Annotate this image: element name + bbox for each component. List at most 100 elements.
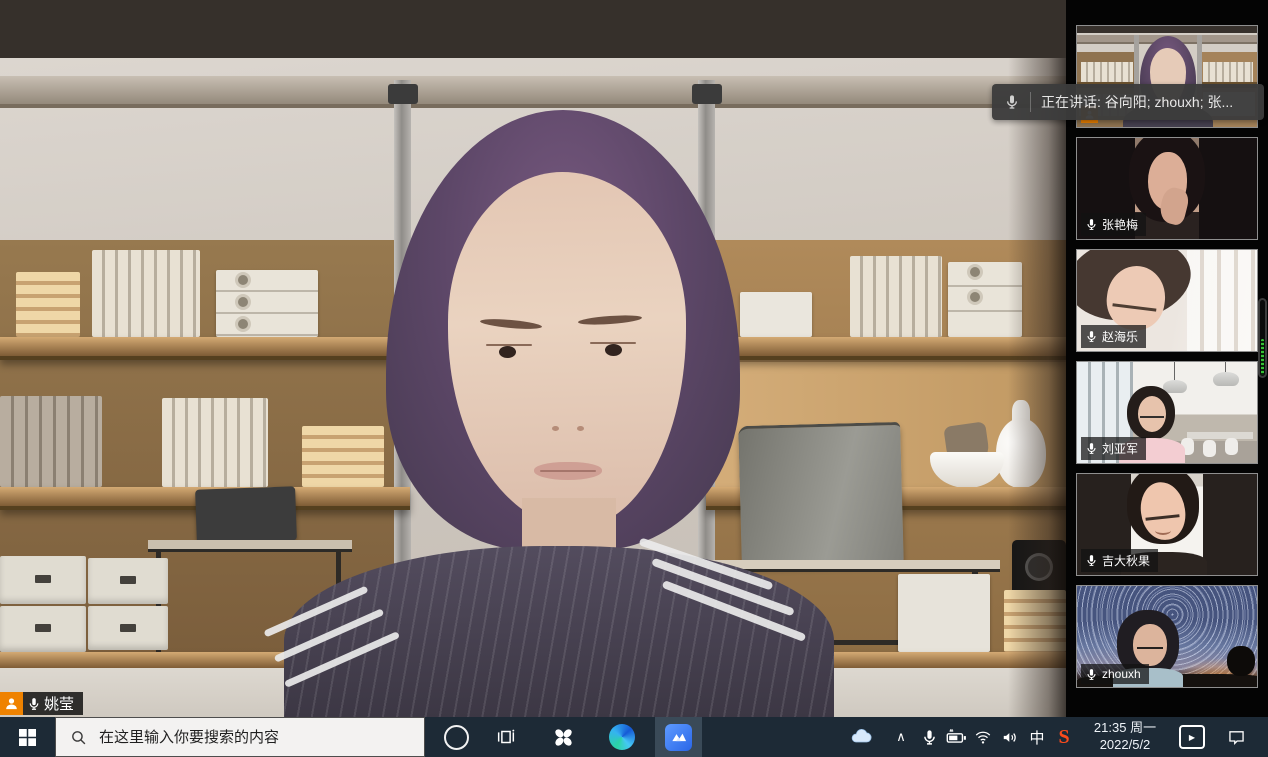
edge-browser-button[interactable] <box>600 717 644 757</box>
participant-tile[interactable]: 吉大秋果 <box>1076 473 1258 576</box>
participant-name: 刘亚军 <box>1102 440 1138 457</box>
tile-scene <box>1225 438 1238 455</box>
lips <box>534 462 602 480</box>
media-overlay-button[interactable]: ▶ <box>1174 717 1210 757</box>
mic-icon <box>1085 668 1098 681</box>
post-clamp <box>388 84 418 104</box>
host-avatar-badge <box>0 692 23 715</box>
battery-tray-button[interactable] <box>942 717 970 757</box>
pinwheel-icon <box>551 725 576 750</box>
books-row <box>850 256 942 337</box>
clock-date: 2022/5/2 <box>1100 737 1151 754</box>
onedrive-tray-button[interactable] <box>846 717 876 757</box>
meeting-app-button-active[interactable] <box>655 717 702 757</box>
mic-tray-button[interactable] <box>916 717 942 757</box>
taskbar-clock[interactable]: 21:35 周一 2022/5/2 <box>1084 717 1166 757</box>
tile-scene <box>1187 250 1258 352</box>
edge-icon <box>609 724 635 750</box>
books-row <box>162 398 268 487</box>
play-glyph: ▶ <box>1189 733 1195 742</box>
tile-scene <box>1081 62 1133 82</box>
cloud-icon <box>849 725 873 749</box>
book-stack <box>302 426 384 487</box>
task-view-button[interactable] <box>486 717 526 757</box>
ime-label: 中 <box>1029 727 1044 748</box>
post-clamp <box>692 84 722 104</box>
search-input[interactable] <box>97 728 401 747</box>
speaker-name: 姚莹 <box>44 693 74 714</box>
wifi-icon <box>974 728 992 746</box>
cortana-button[interactable] <box>436 717 476 757</box>
speaker-icon <box>1001 728 1020 747</box>
pinwheel-app-button[interactable] <box>541 717 585 757</box>
clock-time: 21:35 周一 <box>1094 720 1156 737</box>
binder-boxes <box>216 270 318 337</box>
volume-tray-button[interactable] <box>996 717 1024 757</box>
participant-name-label: 张艳梅 <box>1081 213 1146 236</box>
participant-name: 吉大秋果 <box>1102 552 1150 569</box>
battery-charging-icon <box>945 726 967 748</box>
scrollbar-thumb[interactable] <box>1261 339 1264 375</box>
meeting-app-icon <box>665 724 692 751</box>
storage-box <box>88 606 168 650</box>
storage-box <box>898 574 990 652</box>
cortana-icon <box>444 725 469 750</box>
mic-icon <box>1004 94 1020 110</box>
participant-name-label: 刘亚军 <box>1081 437 1146 460</box>
sogou-ime-button[interactable]: S <box>1050 717 1078 757</box>
start-button[interactable] <box>0 717 55 757</box>
windows-taskbar: ∧ 中 S 21:35 周一 2022/5/2 ▶ <box>0 717 1268 757</box>
books-row <box>0 396 102 487</box>
laptop <box>738 422 904 567</box>
book-stack <box>16 272 80 337</box>
wifi-tray-button[interactable] <box>970 717 996 757</box>
participant-tile[interactable]: 张艳梅 <box>1076 137 1258 240</box>
meeting-app-window: 姚莹 <box>0 0 1268 757</box>
action-center-button[interactable] <box>1216 717 1256 757</box>
speaker-torso <box>284 546 834 718</box>
windows-logo-icon <box>19 729 36 746</box>
storage-box <box>0 606 86 652</box>
tile-scene <box>1155 526 1171 535</box>
mic-icon <box>921 729 938 746</box>
eye <box>590 342 636 358</box>
tile-scene <box>1203 440 1216 457</box>
speaker-name-label: 姚莹 <box>23 692 83 715</box>
participant-tile[interactable]: 刘亚军 <box>1076 361 1258 464</box>
storage-box <box>88 558 168 604</box>
storage-box <box>740 292 812 337</box>
tablet <box>195 486 297 543</box>
sidebar-scrollbar[interactable] <box>1258 298 1267 378</box>
tile-scene <box>1227 646 1255 676</box>
shadow-overlay <box>1008 58 1066 717</box>
tile-scene <box>1174 362 1175 381</box>
mic-icon <box>27 697 41 711</box>
tile-scene <box>1077 26 1258 33</box>
ime-indicator[interactable]: 中 <box>1024 717 1050 757</box>
toast-divider <box>1030 92 1031 112</box>
sogou-icon: S <box>1058 726 1069 749</box>
participant-name: zhouxh <box>1102 667 1141 681</box>
tile-scene <box>1140 409 1164 418</box>
speaking-toast-text: 正在讲话: 谷向阳; zhouxh; 张... <box>1041 92 1233 112</box>
main-video-tile[interactable]: 姚莹 <box>0 0 1066 718</box>
speaking-toast: 正在讲话: 谷向阳; zhouxh; 张... <box>992 84 1264 120</box>
task-view-icon <box>495 726 517 748</box>
chevron-up-icon: ∧ <box>896 729 906 745</box>
participant-name-label: 吉大秋果 <box>1081 549 1158 572</box>
mic-icon <box>1085 554 1098 567</box>
wall-rail <box>0 76 1066 108</box>
participant-name-label: 赵海乐 <box>1081 325 1146 348</box>
mic-icon <box>1085 218 1098 231</box>
shelf-board <box>0 337 410 360</box>
mic-icon <box>1085 330 1098 343</box>
nose <box>548 424 588 432</box>
tile-scene <box>1213 372 1239 386</box>
tray-expand-button[interactable]: ∧ <box>888 717 914 757</box>
participant-tile[interactable]: zhouxh <box>1076 585 1258 688</box>
tile-scene <box>1137 640 1163 649</box>
taskbar-search-box[interactable] <box>55 717 425 757</box>
room-ceiling <box>0 0 1066 58</box>
participant-name-label: zhouxh <box>1081 664 1149 684</box>
participant-tile[interactable]: 赵海乐 <box>1076 249 1258 352</box>
